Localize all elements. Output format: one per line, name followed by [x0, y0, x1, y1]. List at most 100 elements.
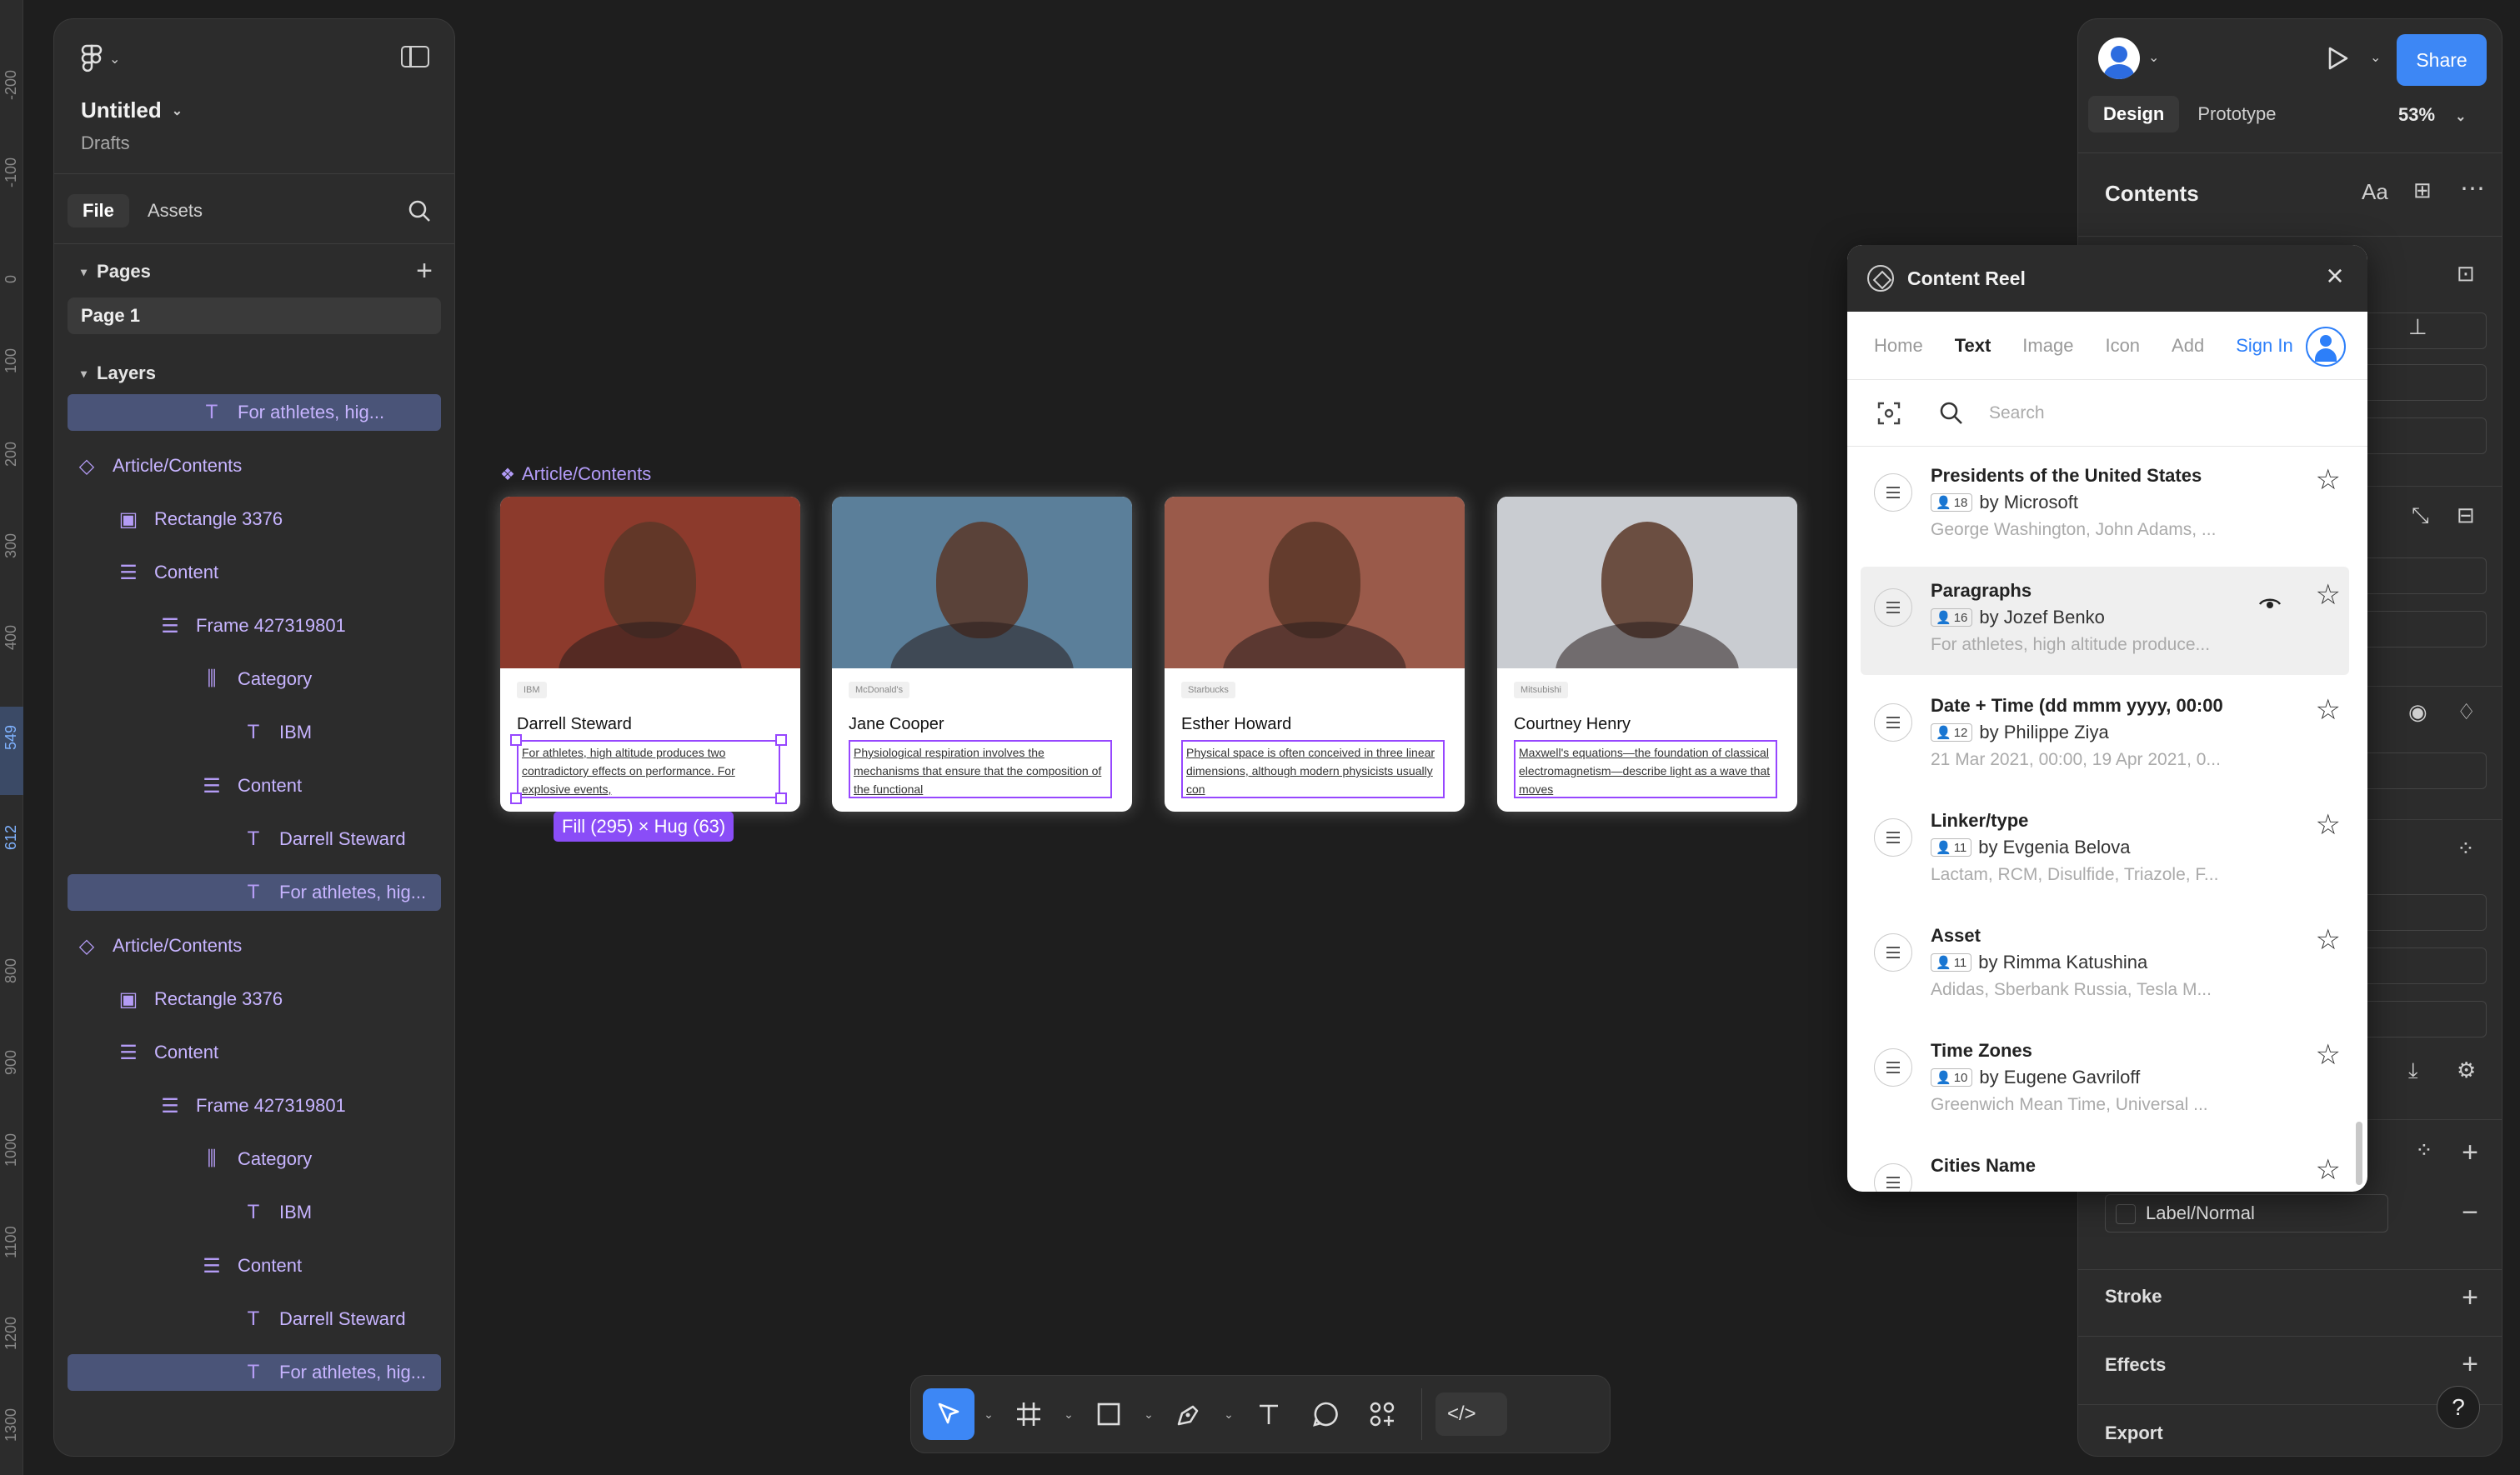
resize-handle[interactable]: [775, 792, 787, 804]
sidebar-toggle-icon[interactable]: [401, 46, 429, 68]
components-icon[interactable]: ⁘: [2415, 1138, 2433, 1163]
card-description[interactable]: Maxwell's equations—the foundation of cl…: [1514, 740, 1777, 798]
file-title[interactable]: Untitled ⌄: [81, 98, 183, 123]
sign-in-link[interactable]: Sign In: [2236, 335, 2293, 357]
card-description[interactable]: For athletes, high altitude produces two…: [517, 740, 780, 798]
layer-row[interactable]: T Darrell Steward: [54, 812, 454, 866]
dev-mode-toggle[interactable]: </>: [1435, 1392, 1507, 1436]
close-icon[interactable]: ×: [2321, 261, 2349, 292]
card-description[interactable]: Physical space is often conceived in thr…: [1181, 740, 1445, 798]
remove-icon[interactable]: −: [2462, 1198, 2478, 1227]
collapse-icon[interactable]: ⤡: [2412, 502, 2429, 529]
layout-icon[interactable]: ⊟: [2457, 502, 2475, 528]
star-icon[interactable]: ☆: [2316, 693, 2341, 727]
tab-file[interactable]: File: [68, 194, 129, 228]
layer-row[interactable]: ☰ Content: [54, 546, 454, 599]
content-list-item[interactable]: Date + Time (dd mmm yyyy, 00:00 👤 12 by Phi…: [1861, 682, 2349, 790]
resize-handle[interactable]: [510, 734, 522, 746]
components-icon[interactable]: ⁘: [2457, 836, 2475, 862]
more-icon[interactable]: ⋯: [2460, 174, 2485, 203]
plugin-tab-image[interactable]: Image: [2022, 335, 2073, 357]
help-button[interactable]: ?: [2437, 1386, 2480, 1429]
main-menu-button[interactable]: ⌄: [81, 44, 120, 74]
star-icon[interactable]: ☆: [2316, 463, 2341, 497]
layer-row[interactable]: ◇ Article/Contents: [54, 439, 454, 492]
content-list-item[interactable]: Presidents of the United States 👤 18 by Mic…: [1861, 452, 2349, 560]
layer-row[interactable]: ⫼ Category: [54, 1132, 454, 1186]
settings-icon[interactable]: ⚙: [2457, 1058, 2476, 1083]
grid-icon[interactable]: ⊞: [2413, 178, 2432, 203]
layers-toggle[interactable]: ▾ Layers: [81, 362, 156, 384]
star-icon[interactable]: ☆: [2316, 1153, 2341, 1187]
layer-row[interactable]: ☰ Frame 427319801: [54, 599, 454, 652]
layer-row[interactable]: ☰ Content: [54, 1026, 454, 1079]
content-list-item[interactable]: Paragraphs 👤 16 by Jozef Benko For athletes,…: [1861, 567, 2349, 675]
add-page-icon[interactable]: +: [416, 257, 433, 285]
shape-tool-button[interactable]: [1083, 1388, 1135, 1440]
content-list-item[interactable]: Time Zones 👤 10 by Eugene Gavriloff Greenwic…: [1861, 1027, 2349, 1135]
resize-handle[interactable]: [510, 792, 522, 804]
text-tool-button[interactable]: [1243, 1388, 1295, 1440]
resize-handle[interactable]: [775, 734, 787, 746]
chevron-down-icon[interactable]: ⌄: [2148, 49, 2159, 66]
add-effect-icon[interactable]: +: [2462, 1350, 2478, 1378]
content-list-item[interactable]: Asset 👤 11 by Rimma Katushina Adidas, Sberba…: [1861, 912, 2349, 1020]
star-icon[interactable]: ☆: [2316, 923, 2341, 957]
chevron-down-icon[interactable]: ⌄: [1220, 1408, 1238, 1422]
align-bottom-icon[interactable]: ⊥: [2408, 314, 2427, 340]
star-icon[interactable]: ☆: [2316, 1038, 2341, 1072]
layer-row[interactable]: T Darrell Steward: [54, 1292, 454, 1346]
plugin-tab-icon[interactable]: Icon: [2105, 335, 2140, 357]
download-icon[interactable]: ⤓: [2408, 1058, 2418, 1084]
chevron-down-icon[interactable]: ⌄: [979, 1408, 998, 1422]
plugin-tab-text[interactable]: Text: [1955, 335, 1991, 357]
chevron-down-icon[interactable]: ⌄: [1140, 1408, 1158, 1422]
focus-icon[interactable]: ⊡: [2457, 261, 2475, 287]
frame-label[interactable]: ❖ Article/Contents: [500, 463, 651, 485]
layer-row[interactable]: T For athletes, hig...: [68, 874, 441, 911]
layer-row[interactable]: T IBM: [54, 706, 454, 759]
article-card[interactable]: McDonald's Jane Cooper Physiological respi…: [832, 497, 1132, 812]
layer-row[interactable]: T For athletes, hig...: [68, 394, 441, 431]
file-location[interactable]: Drafts: [81, 132, 130, 154]
frame-tool-button[interactable]: [1003, 1388, 1055, 1440]
scan-icon[interactable]: [1876, 400, 1902, 427]
plugin-tab-home[interactable]: Home: [1874, 335, 1923, 357]
avatar[interactable]: [2098, 38, 2140, 79]
pen-tool-button[interactable]: [1163, 1388, 1215, 1440]
add-stroke-icon[interactable]: +: [2462, 1283, 2478, 1312]
style-row[interactable]: Label/Normal: [2105, 1194, 2388, 1232]
layer-row[interactable]: ▣ Rectangle 3376: [54, 492, 454, 546]
article-card[interactable]: Starbucks Esther Howard Physical space is …: [1165, 497, 1465, 812]
star-icon[interactable]: ☆: [2316, 578, 2341, 612]
page-item[interactable]: Page 1: [68, 298, 441, 334]
search-icon[interactable]: [406, 198, 433, 224]
chevron-down-icon[interactable]: ⌄: [2370, 49, 2381, 66]
layer-row[interactable]: ▣ Rectangle 3376: [54, 972, 454, 1026]
drop-icon[interactable]: ♢: [2457, 699, 2476, 725]
eye-icon[interactable]: ◉: [2408, 699, 2427, 725]
preview-eye-icon[interactable]: [2257, 592, 2282, 617]
user-icon[interactable]: [2306, 327, 2346, 367]
pages-toggle[interactable]: ▾ Pages: [81, 261, 151, 282]
plugin-search-input[interactable]: [1989, 402, 2289, 423]
comment-tool-button[interactable]: [1300, 1388, 1351, 1440]
article-card[interactable]: Mitsubishi Courtney Henry Maxwell's equati…: [1497, 497, 1797, 812]
play-icon[interactable]: [2323, 44, 2352, 72]
article-card[interactable]: IBM Darrell Steward For athletes, high alt…: [500, 497, 800, 812]
content-list-item[interactable]: Linker/type 👤 11 by Evgenia Belova Lactam, R…: [1861, 797, 2349, 905]
tab-prototype[interactable]: Prototype: [2182, 96, 2291, 132]
actions-tool-button[interactable]: [1356, 1388, 1408, 1440]
plugin-tab-add[interactable]: Add: [2172, 335, 2204, 357]
layer-row[interactable]: ☰ Content: [54, 759, 454, 812]
layer-row[interactable]: ☰ Content: [54, 1239, 454, 1292]
layer-row[interactable]: ☰ Frame 427319801: [54, 1079, 454, 1132]
content-list-item[interactable]: Cities Name ☆: [1861, 1142, 2349, 1192]
chevron-down-icon[interactable]: ⌄: [1060, 1408, 1078, 1422]
typography-icon[interactable]: Aa: [2362, 179, 2388, 205]
layer-row[interactable]: ⫼ Category: [54, 652, 454, 706]
move-tool-button[interactable]: [923, 1388, 974, 1440]
card-description[interactable]: Physiological respiration involves the m…: [849, 740, 1112, 798]
layer-row[interactable]: ◇ Article/Contents: [54, 919, 454, 972]
tab-assets[interactable]: Assets: [133, 194, 218, 228]
